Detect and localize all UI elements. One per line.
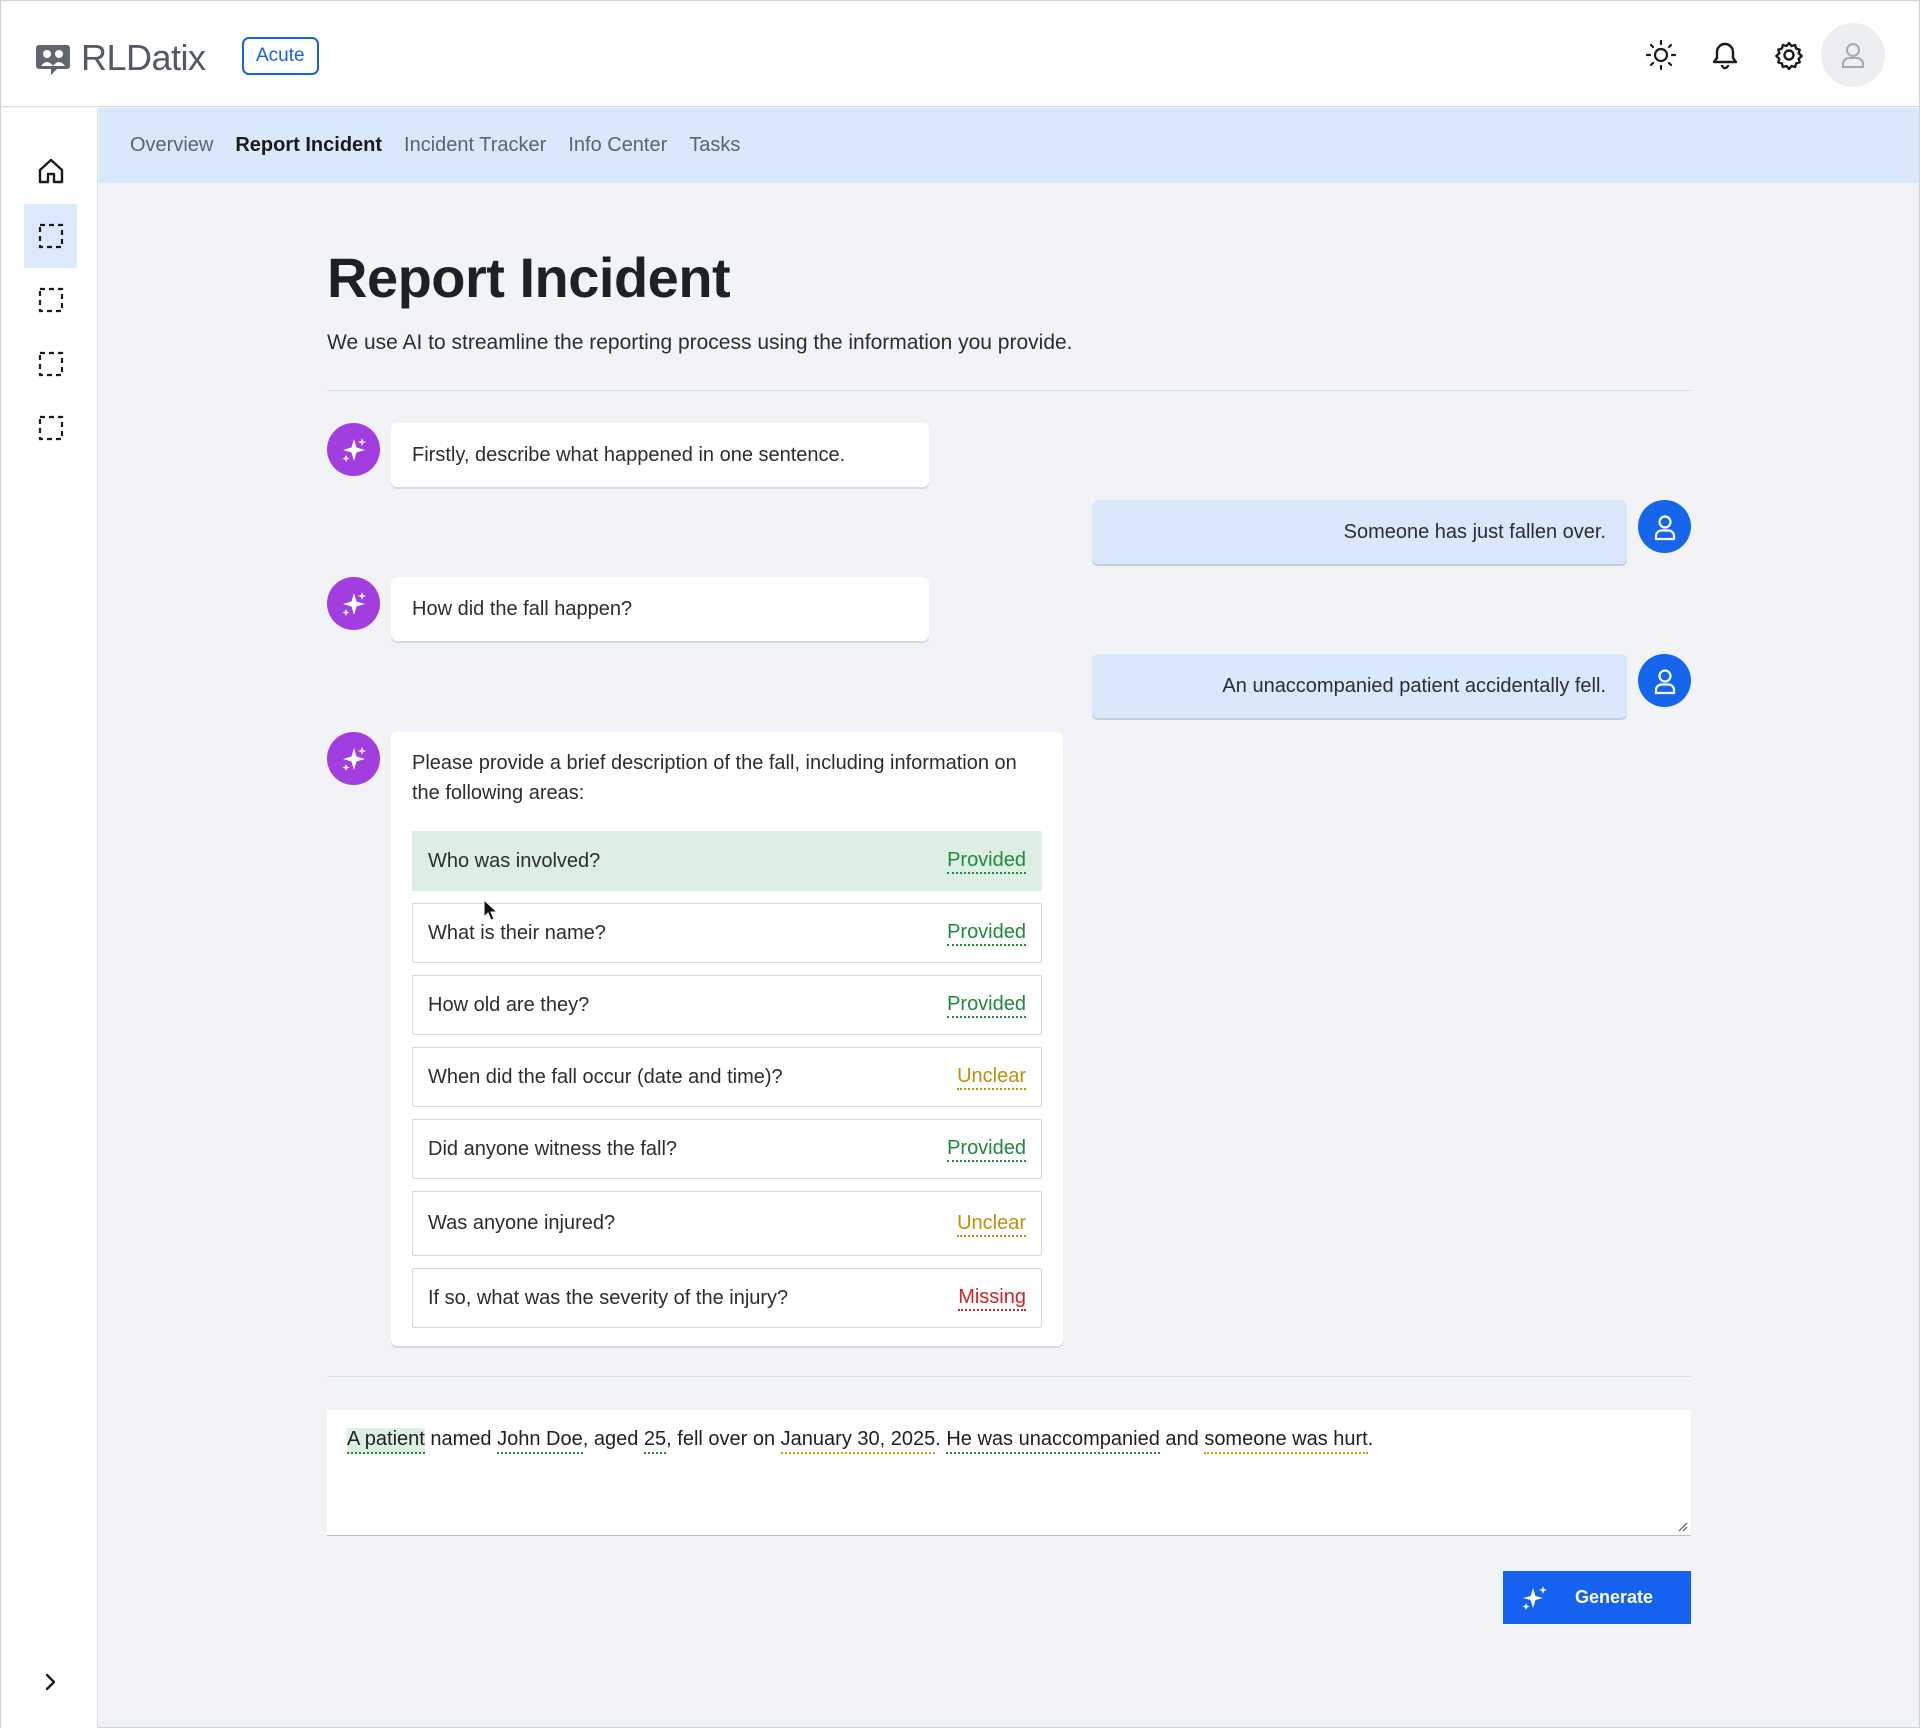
sidebar-item-2[interactable] bbox=[24, 204, 77, 268]
placeholder-icon bbox=[38, 415, 63, 441]
brand-logo[interactable]: RLDatix bbox=[33, 37, 206, 79]
token-text: , aged bbox=[582, 1428, 644, 1450]
token-provided[interactable]: John Doe bbox=[497, 1428, 583, 1454]
sparkle-icon bbox=[342, 437, 366, 462]
description-input[interactable]: A patient named John Doe, aged 25, fell … bbox=[327, 1410, 1691, 1536]
brand-name: RLDatix bbox=[81, 37, 206, 78]
logo-icon bbox=[36, 45, 70, 75]
token-unclear[interactable]: January 30, 2025 bbox=[780, 1428, 936, 1454]
checklist-question: Was anyone injured? bbox=[428, 1212, 616, 1234]
user-message-bubble: Someone has just fallen over. bbox=[1092, 500, 1627, 564]
checklist-question: Did anyone witness the fall? bbox=[428, 1137, 678, 1160]
page-title: Report Incident bbox=[327, 246, 731, 309]
placeholder-icon bbox=[38, 223, 63, 249]
checklist-question: Who was involved? bbox=[428, 849, 601, 872]
ai-avatar bbox=[327, 423, 380, 476]
app-frame: RLDatix Acute Overview Report Incident I… bbox=[0, 0, 1920, 1728]
page-subtitle: We use AI to streamline the reporting pr… bbox=[327, 331, 1073, 354]
user-message-text: Someone has just fallen over. bbox=[1343, 520, 1606, 543]
checklist-item[interactable]: If so, what was the severity of the inju… bbox=[412, 1268, 1042, 1328]
status-badge[interactable]: Provided bbox=[947, 992, 1026, 1018]
context-badge[interactable]: Acute bbox=[242, 37, 319, 75]
ai-message-text: How did the fall happen? bbox=[412, 597, 633, 620]
ai-message-bubble: How did the fall happen? bbox=[391, 577, 929, 641]
generate-label: Generate bbox=[1575, 1587, 1654, 1607]
checklist-question: What is their name? bbox=[428, 921, 606, 944]
tab-tasks[interactable]: Tasks bbox=[689, 134, 740, 157]
token-provided[interactable]: 25 bbox=[643, 1428, 667, 1454]
sidebar-item-home[interactable] bbox=[24, 139, 77, 203]
sidebar-expand-button[interactable] bbox=[34, 1666, 66, 1698]
user-message-text: An unaccompanied patient accidentally fe… bbox=[1222, 674, 1606, 697]
checklist-item[interactable]: How old are they? Provided bbox=[412, 975, 1042, 1035]
ai-avatar bbox=[327, 577, 380, 630]
ai-message-text: Firstly, describe what happened in one s… bbox=[412, 443, 846, 466]
sub-navigation: Overview Report Incident Incident Tracke… bbox=[99, 108, 1919, 183]
gear-icon[interactable] bbox=[1757, 23, 1821, 87]
user-message-bubble: An unaccompanied patient accidentally fe… bbox=[1092, 654, 1627, 718]
user-icon bbox=[1654, 668, 1675, 694]
status-badge[interactable]: Unclear bbox=[957, 1211, 1026, 1237]
checklist-item[interactable]: Was anyone injured? Unclear bbox=[412, 1191, 1042, 1256]
sparkle-icon bbox=[342, 591, 366, 616]
mouse-cursor-icon bbox=[483, 899, 499, 921]
status-badge[interactable]: Provided bbox=[947, 1136, 1026, 1162]
ai-checklist-bubble: Please provide a brief description of th… bbox=[391, 732, 1063, 1346]
checklist-intro: Please provide a brief description of th… bbox=[412, 752, 1017, 804]
home-icon bbox=[38, 158, 63, 184]
left-sidebar bbox=[1, 108, 98, 1728]
token-provided[interactable]: A patient bbox=[347, 1428, 425, 1454]
user-avatar bbox=[1638, 654, 1691, 707]
checklist-item[interactable]: Who was involved? Provided bbox=[412, 831, 1042, 891]
tab-incident-tracker[interactable]: Incident Tracker bbox=[404, 134, 546, 157]
sparkle-icon bbox=[342, 746, 366, 771]
token-text: , fell over on bbox=[666, 1428, 781, 1450]
checklist-question: If so, what was the severity of the inju… bbox=[428, 1286, 789, 1309]
placeholder-icon bbox=[38, 351, 63, 377]
token-text: . bbox=[1367, 1428, 1374, 1450]
checklist-question: How old are they? bbox=[428, 993, 590, 1016]
status-badge[interactable]: Provided bbox=[947, 920, 1026, 946]
checklist-item[interactable]: Did anyone witness the fall? Provided bbox=[412, 1119, 1042, 1179]
divider bbox=[327, 390, 1691, 391]
sun-icon[interactable] bbox=[1629, 23, 1693, 87]
sidebar-item-3[interactable] bbox=[24, 268, 77, 332]
token-provided[interactable]: He was unaccompanied bbox=[946, 1428, 1160, 1454]
sidebar-item-5[interactable] bbox=[24, 396, 77, 460]
checklist-question: When did the fall occur (date and time)? bbox=[428, 1065, 783, 1088]
top-header: RLDatix Acute bbox=[1, 1, 1919, 107]
status-badge[interactable]: Provided bbox=[947, 848, 1026, 874]
token-text: and bbox=[1159, 1428, 1205, 1450]
tab-report-incident[interactable]: Report Incident bbox=[235, 134, 382, 157]
bell-icon[interactable] bbox=[1693, 23, 1757, 87]
chevron-right-icon bbox=[45, 1673, 56, 1691]
sidebar-item-4[interactable] bbox=[24, 332, 77, 396]
placeholder-icon bbox=[38, 287, 63, 313]
tab-info-center[interactable]: Info Center bbox=[568, 134, 667, 157]
header-actions bbox=[1629, 23, 1885, 87]
resize-handle-icon[interactable] bbox=[1676, 1520, 1688, 1532]
generate-button[interactable]: Generate bbox=[1503, 1571, 1691, 1624]
status-badge[interactable]: Missing bbox=[958, 1285, 1026, 1311]
token-text: named bbox=[424, 1428, 498, 1450]
user-icon bbox=[1654, 514, 1675, 540]
sparkle-icon bbox=[1522, 1585, 1547, 1610]
tab-overview[interactable]: Overview bbox=[130, 134, 213, 157]
user-avatar bbox=[1638, 500, 1691, 553]
ai-avatar bbox=[327, 732, 380, 785]
token-text: . bbox=[935, 1428, 947, 1450]
divider bbox=[327, 1376, 1691, 1377]
status-badge[interactable]: Unclear bbox=[957, 1064, 1026, 1090]
checklist-item[interactable]: When did the fall occur (date and time)?… bbox=[412, 1047, 1042, 1107]
checklist-item[interactable]: What is their name? Provided bbox=[412, 903, 1042, 963]
user-avatar-icon[interactable] bbox=[1821, 23, 1885, 87]
token-unclear[interactable]: someone was hurt bbox=[1204, 1428, 1368, 1454]
ai-message-bubble: Firstly, describe what happened in one s… bbox=[391, 423, 929, 487]
